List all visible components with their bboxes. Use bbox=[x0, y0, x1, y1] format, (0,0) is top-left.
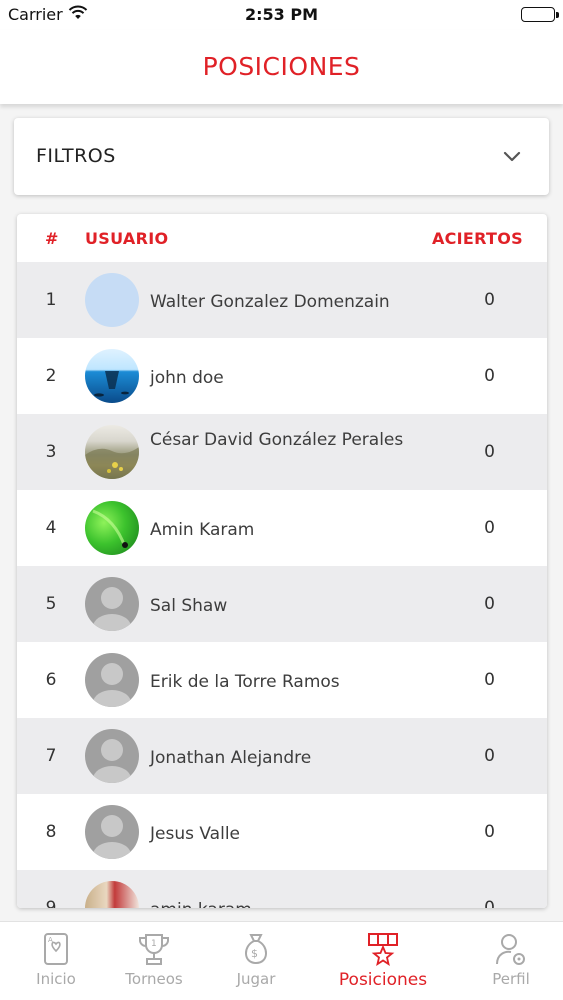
tab-label: Perfil bbox=[492, 970, 530, 988]
table-row[interactable]: 4 Amin Karam 0 bbox=[17, 490, 547, 566]
table-row[interactable]: 7 Jonathan Alejandre 0 bbox=[17, 718, 547, 794]
svg-text:A: A bbox=[48, 936, 53, 944]
rank-cell: 2 bbox=[45, 366, 57, 386]
rank-cell: 7 bbox=[45, 746, 57, 766]
tab-posiciones[interactable]: Posiciones bbox=[327, 932, 439, 990]
tab-label: Jugar bbox=[236, 970, 276, 988]
user-name: César David González Perales bbox=[150, 430, 404, 450]
svg-text:$: $ bbox=[251, 947, 258, 960]
hits-cell: 0 bbox=[484, 366, 495, 386]
clock: 2:53 PM bbox=[244, 5, 318, 24]
user-name: Amin Karam bbox=[150, 520, 255, 540]
money-bag-icon: $ bbox=[200, 932, 312, 966]
table-row[interactable]: 1 Walter Gonzalez Domenzain 0 bbox=[17, 262, 547, 338]
tab-bar: A Inicio 1 Torneos $ Jugar Posiciones Pe… bbox=[0, 921, 563, 1000]
tab-torneos[interactable]: 1 Torneos bbox=[98, 932, 210, 988]
user-name: john doe bbox=[150, 368, 224, 388]
avatar bbox=[85, 273, 139, 327]
avatar bbox=[85, 881, 139, 908]
rank-cell: 6 bbox=[45, 670, 57, 690]
hits-cell: 0 bbox=[484, 670, 495, 690]
header-rank: # bbox=[45, 229, 59, 248]
rank-cell: 1 bbox=[45, 290, 57, 310]
rank-cell: 5 bbox=[45, 594, 57, 614]
user-name: Erik de la Torre Ramos bbox=[150, 672, 340, 692]
table-row[interactable]: 8 Jesus Valle 0 bbox=[17, 794, 547, 870]
table-row[interactable]: 9 amin karam 0 bbox=[17, 870, 547, 908]
avatar bbox=[85, 653, 139, 707]
hits-cell: 0 bbox=[484, 746, 495, 766]
rank-cell: 3 bbox=[45, 442, 57, 462]
user-name: Jonathan Alejandre bbox=[150, 748, 312, 768]
filters-label: FILTROS bbox=[36, 145, 116, 167]
hits-cell: 0 bbox=[484, 442, 495, 462]
tab-label: Posiciones bbox=[338, 970, 428, 990]
avatar bbox=[85, 729, 139, 783]
battery-icon bbox=[521, 7, 559, 22]
avatar bbox=[85, 577, 139, 631]
rank-cell: 9 bbox=[45, 898, 57, 908]
header-user: USUARIO bbox=[85, 229, 169, 248]
user-name: Jesus Valle bbox=[150, 824, 240, 844]
tab-inicio[interactable]: A Inicio bbox=[0, 932, 112, 988]
user-name: Sal Shaw bbox=[150, 596, 228, 616]
page-title: POSICIONES bbox=[202, 52, 361, 81]
trophy-icon: 1 bbox=[98, 932, 210, 966]
card-icon: A bbox=[0, 932, 112, 966]
user-name: amin karam bbox=[150, 898, 420, 908]
table-row[interactable]: 6 Erik de la Torre Ramos 0 bbox=[17, 642, 547, 718]
avatar bbox=[85, 805, 139, 859]
page-header: POSICIONES bbox=[0, 30, 563, 104]
avatar bbox=[85, 349, 139, 403]
hits-cell: 0 bbox=[484, 594, 495, 614]
filters-dropdown[interactable]: FILTROS bbox=[14, 118, 549, 195]
user-gear-icon bbox=[455, 932, 563, 966]
rank-cell: 8 bbox=[45, 822, 57, 842]
hits-cell: 0 bbox=[484, 290, 495, 310]
rank-cell: 4 bbox=[45, 518, 57, 538]
hits-cell: 0 bbox=[484, 518, 495, 538]
user-name: Walter Gonzalez Domenzain bbox=[150, 292, 390, 312]
tab-label: Torneos bbox=[125, 970, 183, 988]
hits-cell: 0 bbox=[484, 822, 495, 842]
svg-text:1: 1 bbox=[151, 939, 157, 949]
status-bar: Carrier 2:53 PM bbox=[0, 0, 563, 30]
tab-label: Inicio bbox=[36, 970, 76, 988]
hits-cell: 0 bbox=[484, 898, 495, 908]
tab-perfil[interactable]: Perfil bbox=[455, 932, 563, 988]
table-row[interactable]: 5 Sal Shaw 0 bbox=[17, 566, 547, 642]
medal-icon bbox=[327, 932, 439, 966]
table-row[interactable]: 3 César David González Perales 0 bbox=[17, 414, 547, 490]
table-header: # USUARIO ACIERTOS bbox=[17, 214, 547, 262]
table-row[interactable]: 2 john doe 0 bbox=[17, 338, 547, 414]
tab-jugar[interactable]: $ Jugar bbox=[200, 932, 312, 988]
avatar bbox=[85, 501, 139, 555]
avatar bbox=[85, 425, 139, 479]
header-hits: ACIERTOS bbox=[431, 229, 523, 248]
chevron-down-icon bbox=[503, 148, 521, 167]
standings-table[interactable]: # USUARIO ACIERTOS 1 Walter Gonzalez Dom… bbox=[17, 214, 547, 908]
